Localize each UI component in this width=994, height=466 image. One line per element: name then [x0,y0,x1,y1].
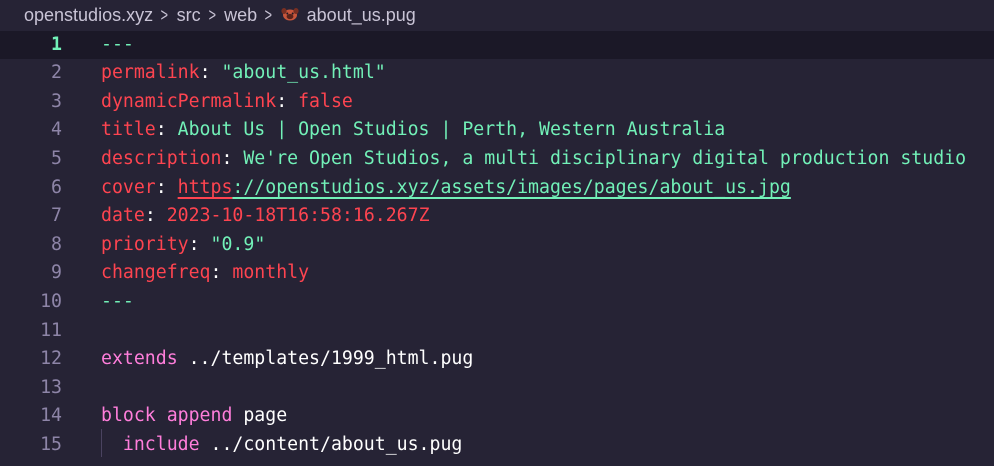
code-token: cover [101,176,156,198]
chevron-right-icon: > [160,4,169,25]
code-text[interactable]: --- [101,288,134,317]
line-number: 2 [51,62,62,84]
code-token: --- [101,33,134,55]
code-token: We're Open Studios, a multi disciplinary… [243,147,967,169]
code-line[interactable]: 5 description: We're Open Studios, a mult… [0,145,994,174]
code-line[interactable]: 13 [0,374,994,403]
code-text[interactable]: date: 2023-10-18T16:58:16.267Z [101,202,430,231]
code-token: include [122,433,200,455]
line-number: 1 [51,33,62,55]
code-text[interactable]: cover: https://openstudios.xyz/assets/im… [101,174,791,203]
code-token: append [166,405,233,427]
code-token: monthly [232,262,310,284]
line-number: 4 [51,119,62,141]
code-token: permalink [101,62,200,84]
code-token: 2023-10-18T16:58:16.267Z [166,205,430,227]
code-token: : [221,147,244,169]
code-token: : [199,62,222,84]
line-number: 14 [40,405,62,427]
code-token: About Us | Open Studios | Perth, Western… [177,119,726,141]
code-token: false [298,90,353,112]
code-line[interactable]: 7 date: 2023-10-18T16:58:16.267Z [0,202,994,231]
code-line[interactable]: 14 block append page [0,402,994,431]
line-number: 15 [40,433,62,455]
line-number: 11 [40,319,62,341]
code-token[interactable]: ://openstudios.xyz/assets/images/pages/a… [232,177,790,198]
code-line[interactable]: 15 include ../content/about_us.pug [0,431,994,460]
code-token: : [155,119,178,141]
code-text[interactable]: block append page [101,402,287,431]
code-token: changefreq [101,262,211,284]
line-number: 6 [51,176,62,198]
line-number: 7 [51,205,62,227]
code-line[interactable]: 11 [0,317,994,346]
code-line[interactable]: 2 permalink: "about_us.html" [0,59,994,88]
line-number: 8 [51,233,62,255]
code-text[interactable]: changefreq: monthly [101,259,309,288]
line-number: 13 [40,376,62,398]
code-token: : [210,262,233,284]
line-number: 10 [40,290,62,312]
line-number: 9 [51,262,62,284]
code-line[interactable]: 1 --- [0,30,994,60]
line-number: 3 [51,90,62,112]
code-token[interactable]: https [178,177,233,198]
code-token: "about_us.html" [221,62,386,84]
code-token: dynamicPermalink [101,90,277,112]
indent-guide [101,429,102,457]
code-text[interactable]: description: We're Open Studios, a multi… [101,145,966,174]
code-token: priority [101,233,189,255]
code-text[interactable]: include ../content/about_us.pug [101,431,462,460]
breadcrumb: openstudios.xyz > src > web > about_us.p… [0,0,994,30]
code-token: --- [101,290,134,312]
code-text[interactable]: permalink: "about_us.html" [101,59,386,88]
code-token: : [188,233,211,255]
code-token: : [276,90,299,112]
breadcrumb-segment-root[interactable]: openstudios.xyz [24,5,153,26]
code-text[interactable]: title: About Us | Open Studios | Perth, … [101,116,725,145]
breadcrumb-file[interactable]: about_us.pug [307,5,416,26]
code-line[interactable]: 3 dynamicPermalink: false [0,88,994,117]
code-line[interactable]: 4 title: About Us | Open Studios | Perth,… [0,116,994,145]
code-token: extends [101,348,178,370]
code-token: ../templates/1999_html.pug [177,348,474,370]
code-token: ../content/about_us.pug [199,433,463,455]
code-line[interactable]: 9 changefreq: monthly [0,259,994,288]
chevron-right-icon: > [208,4,216,25]
line-number: 12 [40,348,62,370]
code-token: "0.9" [210,233,266,255]
code-line[interactable]: 8 priority: "0.9" [0,231,994,260]
breadcrumb-segment-src[interactable]: src [177,5,201,26]
code-token: page [232,405,288,427]
code-line[interactable]: 12 extends ../templates/1999_html.pug [0,345,994,374]
breadcrumb-segment-web[interactable]: web [224,5,257,26]
code-token: title [101,119,156,141]
pug-dog-icon [281,8,299,21]
code-text[interactable]: priority: "0.9" [101,231,265,260]
code-token: : [155,176,178,198]
code-token: : [144,205,167,227]
line-number: 5 [51,147,62,169]
code-editor[interactable]: 1 --- 2 permalink: "about_us.html" 3 dynamicP… [0,30,994,466]
code-text[interactable]: extends ../templates/1999_html.pug [101,345,473,374]
code-token: block [101,405,156,427]
code-token: description [101,147,222,169]
code-text[interactable]: dynamicPermalink: false [101,88,353,117]
code-line[interactable]: 6 cover: https://openstudios.xyz/assets/i… [0,174,994,203]
code-token: date [101,205,145,227]
code-line[interactable]: 10 --- [0,288,994,317]
code-text[interactable]: --- [101,31,134,60]
chevron-right-icon: > [264,4,273,25]
